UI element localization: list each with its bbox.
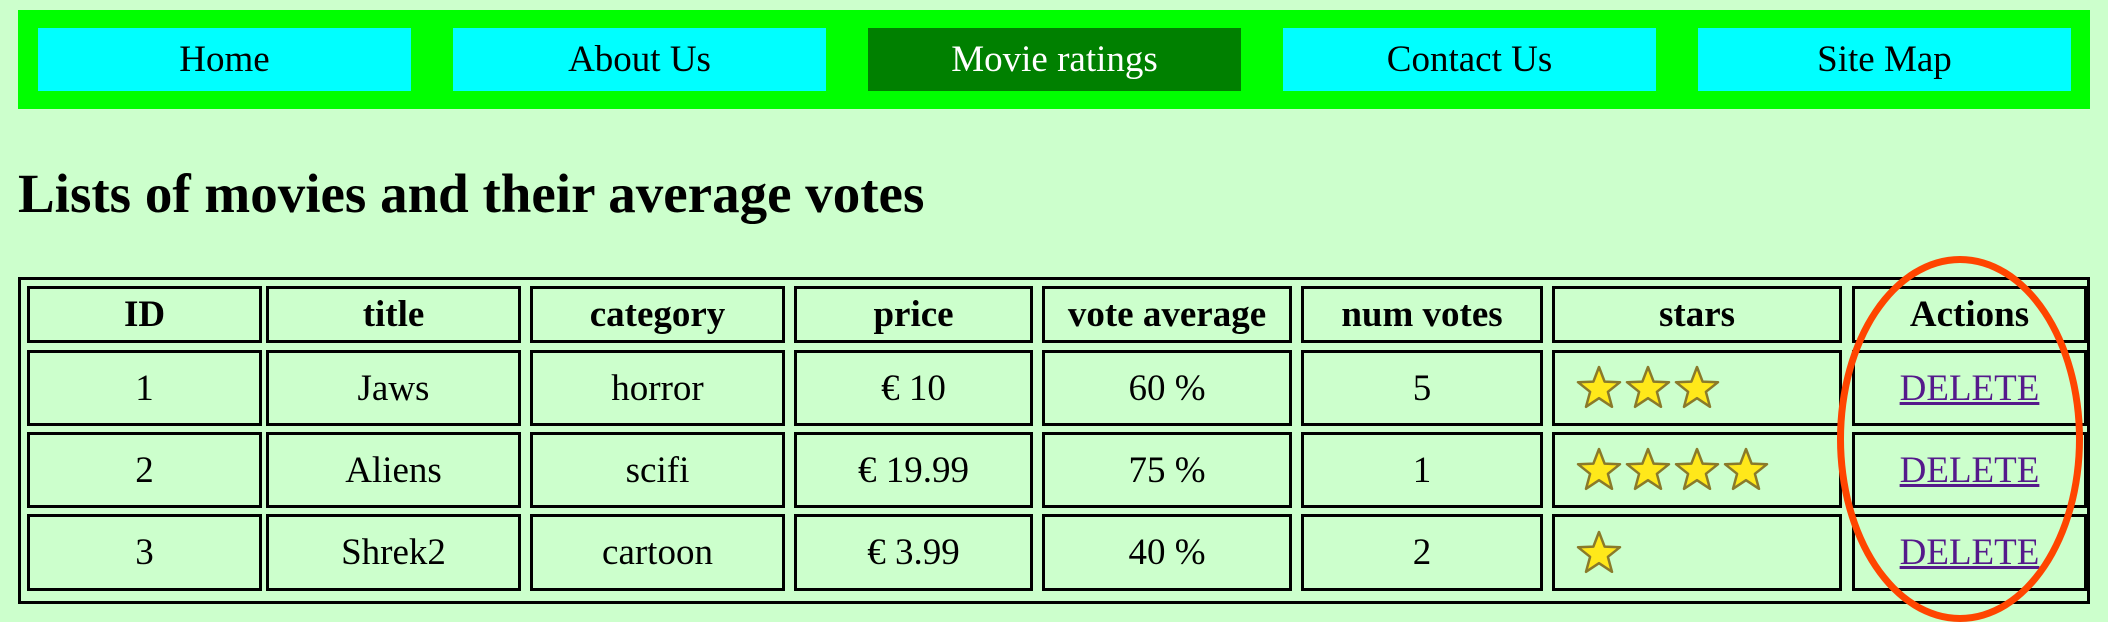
- header-id: ID: [27, 286, 262, 343]
- cell-price: € 3.99: [794, 514, 1033, 591]
- cell-price: € 10: [794, 350, 1033, 426]
- star-icon: [1625, 365, 1671, 409]
- star-icon: [1576, 447, 1622, 491]
- cell-vote-average: 60 %: [1042, 350, 1292, 426]
- delete-link[interactable]: DELETE: [1900, 367, 2040, 410]
- cell-num-votes: 2: [1301, 514, 1543, 591]
- header-actions: Actions: [1852, 286, 2087, 343]
- cell-id: 3: [27, 514, 262, 591]
- nav-about-us[interactable]: About Us: [453, 28, 826, 91]
- actions-cell: DELETE: [1852, 514, 2087, 591]
- stars-cell: [1552, 350, 1842, 426]
- star-icon: [1625, 447, 1671, 491]
- actions-cell: DELETE: [1852, 432, 2087, 508]
- star-icon: [1576, 365, 1622, 409]
- cell-category: horror: [530, 350, 785, 426]
- cell-num-votes: 1: [1301, 432, 1543, 508]
- stars-cell: [1552, 514, 1842, 591]
- stars-cell: [1552, 432, 1842, 508]
- cell-id: 1: [27, 350, 262, 426]
- cell-category: scifi: [530, 432, 785, 508]
- movies-table: ID title category price vote average num vote…: [18, 277, 2090, 604]
- star-icon: [1674, 447, 1720, 491]
- cell-id: 2: [27, 432, 262, 508]
- header-vote-average: vote average: [1042, 286, 1292, 343]
- star-icon: [1576, 530, 1622, 573]
- nav-contact-us[interactable]: Contact Us: [1283, 28, 1656, 91]
- main-nav: Home About Us Movie ratings Contact Us S…: [18, 10, 2090, 109]
- header-price: price: [794, 286, 1033, 343]
- cell-title: Jaws: [266, 350, 521, 426]
- header-num-votes: num votes: [1301, 286, 1543, 343]
- nav-home[interactable]: Home: [38, 28, 411, 91]
- nav-movie-ratings[interactable]: Movie ratings: [868, 28, 1241, 91]
- nav-site-map[interactable]: Site Map: [1698, 28, 2071, 91]
- cell-title: Aliens: [266, 432, 521, 508]
- actions-cell: DELETE: [1852, 350, 2087, 426]
- delete-link[interactable]: DELETE: [1900, 449, 2040, 492]
- cell-vote-average: 40 %: [1042, 514, 1292, 591]
- star-icon: [1674, 365, 1720, 409]
- cell-num-votes: 5: [1301, 350, 1543, 426]
- delete-link[interactable]: DELETE: [1900, 531, 2040, 574]
- cell-title: Shrek2: [266, 514, 521, 591]
- cell-category: cartoon: [530, 514, 785, 591]
- header-title: title: [266, 286, 521, 343]
- header-category: category: [530, 286, 785, 343]
- header-stars: stars: [1552, 286, 1842, 343]
- cell-vote-average: 75 %: [1042, 432, 1292, 508]
- page-title: Lists of movies and their average votes: [18, 163, 925, 224]
- cell-price: € 19.99: [794, 432, 1033, 508]
- star-icon: [1723, 447, 1769, 491]
